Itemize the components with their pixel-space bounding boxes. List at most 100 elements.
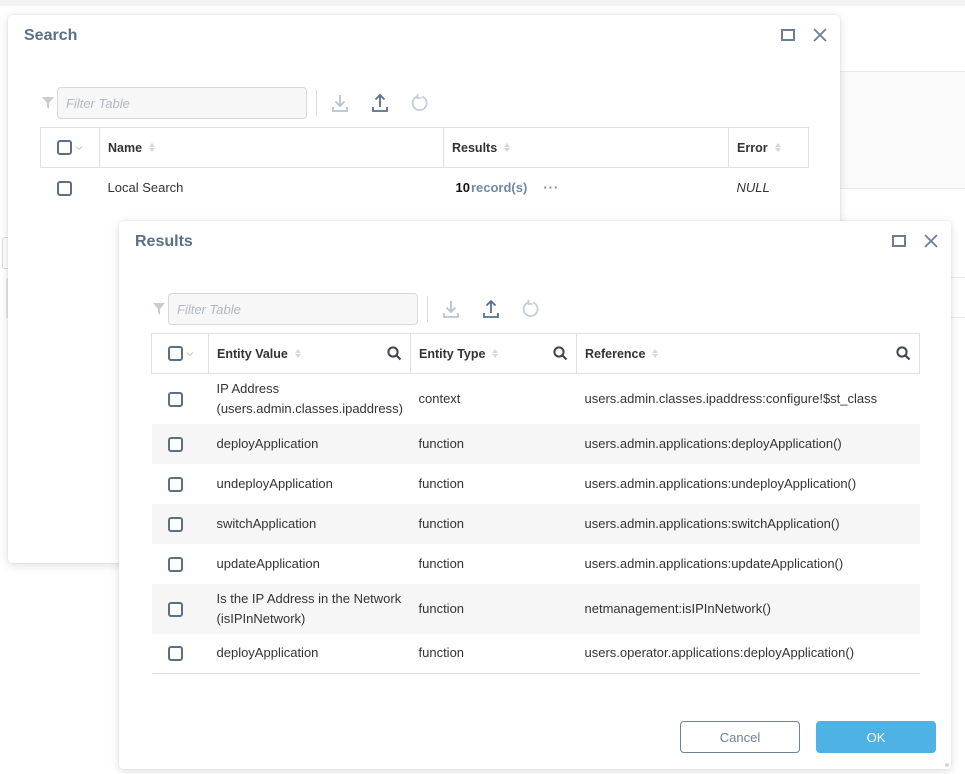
column-label: Reference: [585, 346, 646, 361]
column-header-entity-value[interactable]: Entity Value: [208, 333, 411, 374]
cell-entity-value: deployApplication: [208, 423, 411, 464]
column-label: Error: [737, 140, 768, 155]
column-header-name[interactable]: Name: [99, 127, 444, 168]
table-row[interactable]: deployApplication function users.operato…: [151, 633, 920, 674]
search-toolbar: [41, 87, 449, 119]
close-icon: [924, 234, 938, 248]
cell-reference: users.operator.applications:deployApplic…: [576, 633, 920, 674]
resize-handle[interactable]: [945, 763, 949, 767]
cell-entity-type: function: [410, 503, 577, 544]
search-icon[interactable]: [895, 346, 911, 362]
row-checkbox[interactable]: [167, 601, 183, 617]
column-header-error[interactable]: Error: [728, 127, 809, 168]
sort-icon[interactable]: [774, 143, 781, 152]
download-icon: [332, 95, 348, 112]
row-checkbox[interactable]: [167, 476, 183, 492]
refresh-icon: [411, 94, 428, 111]
column-header-reference[interactable]: Reference: [576, 333, 920, 374]
cell-entity-value: updateApplication: [216, 555, 320, 571]
table-row[interactable]: Local Search 10record(s) ··· NULL: [41, 168, 809, 208]
cell-entity-value: deployApplication: [208, 633, 411, 674]
chevron-down-icon[interactable]: [186, 350, 194, 358]
cancel-button[interactable]: Cancel: [680, 721, 800, 753]
close-button[interactable]: [811, 26, 829, 44]
upload-button[interactable]: [369, 92, 391, 114]
search-table: Name Results Error Local Search 10record…: [40, 127, 809, 208]
maximize-button[interactable]: [779, 26, 797, 44]
cell-entity-type: function: [418, 555, 465, 571]
chevron-down-icon[interactable]: [75, 144, 83, 152]
sort-icon[interactable]: [149, 143, 156, 152]
close-icon: [813, 28, 827, 42]
cell-reference: users.admin.applications:deployApplicati…: [576, 423, 920, 464]
entity-value-line: IP Address: [216, 380, 280, 396]
table-row[interactable]: undeployApplication function users.admin…: [152, 464, 920, 504]
cell-reference: users.admin.applications:undeployApplica…: [584, 475, 857, 491]
row-checkbox[interactable]: [167, 646, 183, 662]
background-app-bar: [0, 0, 965, 6]
cell-entity-type: function: [418, 475, 465, 491]
sort-icon[interactable]: [504, 143, 511, 152]
upload-icon: [483, 299, 499, 318]
table-row[interactable]: IP Address (users.admin.classes.ipaddress…: [152, 374, 920, 424]
filter-icon: [41, 96, 55, 110]
results-count: 10: [455, 179, 470, 195]
row-checkbox[interactable]: [167, 436, 183, 452]
column-label: Entity Type: [419, 346, 486, 361]
table-row[interactable]: Is the IP Address in the Network (isIPInN…: [151, 583, 920, 634]
upload-button[interactable]: [480, 298, 502, 320]
cell-reference: users.admin.applications:updateApplicati…: [584, 555, 844, 571]
download-icon: [443, 301, 459, 318]
select-all-checkbox[interactable]: [168, 346, 183, 361]
select-all-header: [151, 333, 209, 374]
filter-table-input[interactable]: [168, 293, 418, 325]
toolbar-divider: [427, 296, 428, 322]
row-checkbox[interactable]: [56, 180, 72, 196]
column-header-results[interactable]: Results: [443, 127, 729, 168]
column-label: Results: [452, 140, 498, 155]
background-divider: [950, 277, 965, 318]
sort-icon[interactable]: [492, 349, 499, 358]
select-all-checkbox[interactable]: [57, 140, 72, 155]
column-label: Entity Value: [217, 346, 288, 361]
row-checkbox[interactable]: [167, 556, 183, 572]
records-link[interactable]: record(s): [471, 180, 527, 195]
sort-icon[interactable]: [652, 349, 659, 358]
cell-entity-value: IP Address (users.admin.classes.ipaddress…: [209, 374, 411, 424]
upload-icon: [372, 93, 388, 112]
search-icon[interactable]: [552, 346, 568, 362]
cell-error: NULL: [736, 179, 770, 195]
select-all-header: [40, 127, 100, 168]
cell-reference: netmanagement:isIPInNetwork(): [576, 583, 920, 634]
cell-reference: users.admin.classes.ipaddress:configure!…: [584, 390, 878, 406]
refresh-button[interactable]: [409, 92, 431, 114]
close-button[interactable]: [922, 232, 940, 250]
cell-reference: users.admin.applications:switchApplicati…: [576, 503, 920, 544]
sort-icon[interactable]: [294, 349, 301, 358]
table-row[interactable]: deployApplication function users.admin.a…: [151, 423, 920, 464]
table-row[interactable]: switchApplication function users.admin.a…: [151, 503, 920, 544]
table-header-row: Name Results Error: [40, 127, 809, 168]
maximize-button[interactable]: [890, 232, 908, 250]
download-button[interactable]: [440, 298, 462, 320]
table-row[interactable]: updateApplication function users.admin.a…: [152, 544, 920, 584]
results-table: Entity Value Entity Type Reference IP Ad…: [151, 333, 920, 674]
row-checkbox[interactable]: [167, 391, 183, 407]
download-button[interactable]: [329, 92, 351, 114]
background-panel: [840, 71, 965, 189]
refresh-button[interactable]: [520, 298, 542, 320]
row-checkbox[interactable]: [167, 516, 183, 532]
cell-name: Local Search: [107, 179, 184, 195]
ok-button[interactable]: OK: [816, 721, 936, 753]
column-header-entity-type[interactable]: Entity Type: [410, 333, 577, 374]
filter-icon: [152, 302, 166, 316]
refresh-icon: [522, 300, 539, 317]
more-options-icon[interactable]: ···: [543, 180, 559, 195]
column-label: Name: [108, 140, 143, 155]
filter-table-input[interactable]: [57, 87, 307, 119]
cell-entity-value: switchApplication: [208, 503, 411, 544]
cell-entity-type: function: [410, 423, 577, 464]
search-icon[interactable]: [386, 346, 402, 362]
toolbar-divider: [316, 90, 317, 116]
results-toolbar: [152, 293, 560, 325]
